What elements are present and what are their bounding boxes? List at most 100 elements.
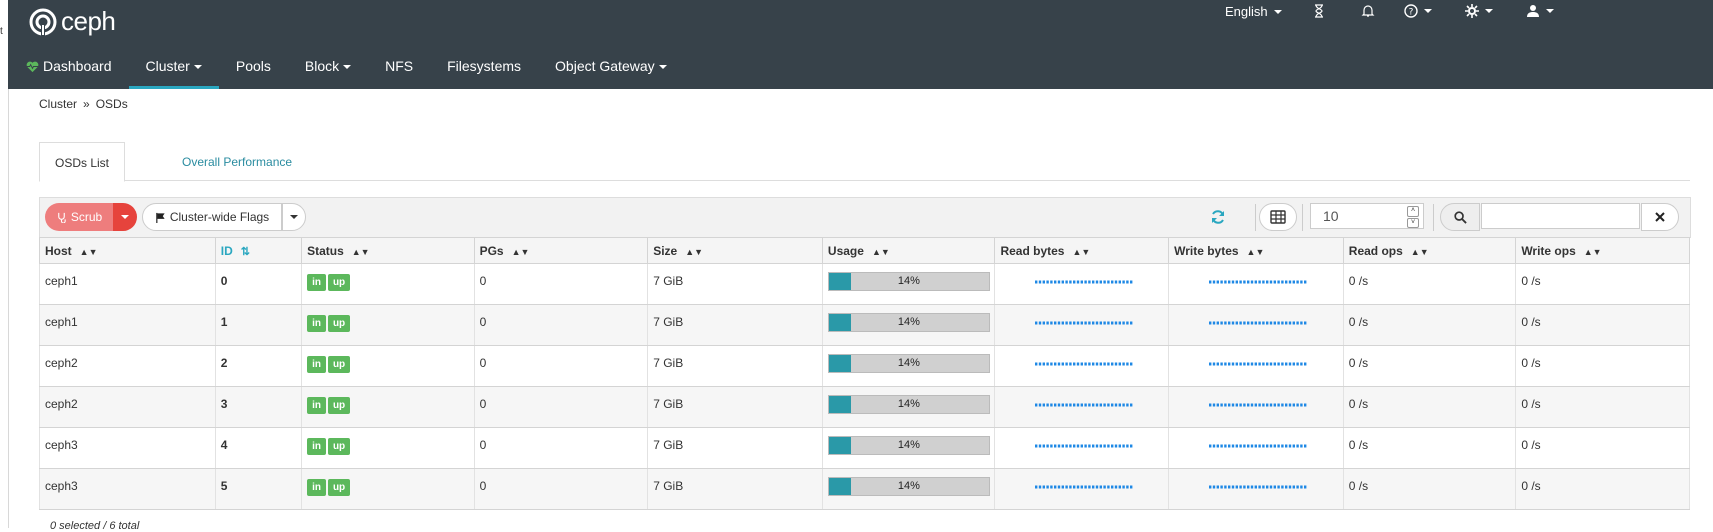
cell-status: in up (301, 468, 475, 510)
nav-cluster[interactable]: Cluster (128, 52, 219, 89)
settings-dropdown[interactable] (1465, 4, 1493, 18)
cell-host: ceph3 (39, 468, 216, 510)
write-bytes-sparkline (1209, 280, 1307, 284)
scrub-button-label: Scrub (70, 210, 103, 224)
stepper-up-icon[interactable]: ˄ (1407, 206, 1419, 217)
scrub-button[interactable]: Scrub (45, 203, 113, 231)
read-bytes-sparkline (1035, 485, 1133, 489)
table-columns-button[interactable] (1259, 203, 1297, 231)
help-icon: ? (1404, 4, 1418, 18)
nav-nfs-label: NFS (385, 58, 414, 74)
status-badge-in: in (307, 479, 326, 496)
cell-size: 7 GiB (647, 345, 823, 387)
search-input[interactable] (1481, 203, 1640, 229)
table-row[interactable]: ceph2 2 in up 0 7 GiB 14% 0 /s 0 /s (39, 345, 1690, 387)
cell-size: 7 GiB (647, 304, 823, 346)
nav-filesystems[interactable]: Filesystems (430, 52, 538, 89)
table-row[interactable]: ceph3 4 in up 0 7 GiB 14% 0 /s 0 /s (39, 427, 1690, 469)
nav-pools[interactable]: Pools (219, 52, 288, 89)
write-bytes-sparkline (1209, 362, 1307, 366)
table-row[interactable]: ceph1 0 in up 0 7 GiB 14% 0 /s 0 /s (39, 263, 1690, 305)
column-header-write-bytes[interactable]: Write bytes ▲▼ (1168, 237, 1344, 264)
nav-block[interactable]: Block (288, 52, 368, 89)
toolbar-divider (1255, 204, 1256, 231)
tab-overall-performance[interactable]: Overall Performance (167, 142, 307, 180)
clear-search-button[interactable] (1641, 203, 1679, 231)
cell-pgs: 0 (473, 345, 649, 387)
cell-status: in up (301, 263, 475, 305)
osd-table: Host ▲▼ ID ⇅ Status ▲▼ PGs ▲▼ Size ▲▼ Usage ▲▼… (39, 237, 1690, 510)
breadcrumb-osds: OSDs (95, 97, 128, 111)
sort-icon: ▲▼ (1072, 246, 1091, 257)
page-size-input[interactable]: 10 ˄ ˅ (1310, 203, 1424, 229)
cell-id: 2 (214, 345, 303, 387)
column-header-read-bytes[interactable]: Read bytes ▲▼ (994, 237, 1170, 264)
table-row[interactable]: ceph1 1 in up 0 7 GiB 14% 0 /s 0 /s (39, 304, 1690, 346)
notifications-button[interactable] (1361, 4, 1375, 18)
ceph-logo[interactable]: ceph (28, 6, 116, 37)
nav-dashboard[interactable]: Dashboard (8, 52, 129, 89)
toolbar-divider (1302, 204, 1303, 231)
edge-glyph: t (0, 26, 3, 37)
search-button[interactable] (1440, 203, 1480, 231)
table-row[interactable]: ceph2 3 in up 0 7 GiB 14% 0 /s 0 /s (39, 386, 1690, 428)
sort-icon: ▲▼ (1583, 246, 1602, 257)
stepper-down-icon[interactable]: ˅ (1407, 217, 1419, 228)
cell-host: ceph1 (39, 304, 216, 346)
cluster-flags-button[interactable]: Cluster-wide Flags (142, 203, 282, 231)
cell-status: in up (301, 427, 475, 469)
column-header-pgs[interactable]: PGs ▲▼ (473, 237, 649, 264)
read-bytes-sparkline (1035, 444, 1133, 448)
breadcrumb-cluster[interactable]: Cluster (39, 97, 77, 111)
user-dropdown[interactable] (1526, 4, 1554, 18)
sort-icon: ▲▼ (685, 246, 704, 257)
sort-icon: ▲▼ (1246, 246, 1265, 257)
status-badge-up: up (327, 274, 351, 291)
read-bytes-sparkline (1035, 362, 1133, 366)
column-header-label: Host (45, 243, 72, 258)
cell-write-bytes (1168, 427, 1344, 469)
column-header-label: Usage (827, 243, 864, 258)
cell-usage: 14% (821, 263, 996, 305)
cell-pgs: 0 (473, 263, 649, 305)
cluster-flags-dropdown-toggle[interactable] (282, 203, 306, 231)
help-dropdown[interactable]: ? (1404, 4, 1432, 18)
usage-progress-bar: 14% (827, 436, 990, 455)
column-header-read-ops[interactable]: Read ops ▲▼ (1342, 237, 1517, 264)
read-bytes-sparkline (1035, 321, 1133, 325)
cell-write-ops: 0 /s (1515, 468, 1690, 510)
cell-write-ops: 0 /s (1515, 386, 1690, 428)
column-header-size[interactable]: Size ▲▼ (647, 237, 823, 264)
column-header-id[interactable]: ID ⇅ (214, 237, 303, 264)
heart-pulse-icon (26, 61, 39, 73)
read-bytes-sparkline (1035, 280, 1133, 284)
table-row[interactable]: ceph3 5 in up 0 7 GiB 14% 0 /s 0 /s (39, 468, 1690, 510)
scrub-dropdown-toggle[interactable] (113, 203, 137, 231)
tab-osds-list[interactable]: OSDs List (39, 142, 126, 182)
cell-write-ops: 0 /s (1515, 427, 1690, 469)
language-dropdown[interactable]: English (1225, 4, 1282, 19)
write-bytes-sparkline (1209, 444, 1307, 448)
cell-read-ops: 0 /s (1342, 304, 1517, 346)
column-header-status[interactable]: Status ▲▼ (301, 237, 475, 264)
page-size-stepper[interactable]: ˄ ˅ (1407, 206, 1419, 228)
cell-read-bytes (994, 263, 1170, 305)
column-header-write-ops[interactable]: Write ops ▲▼ (1515, 237, 1690, 264)
cell-write-bytes (1168, 304, 1344, 346)
nav-dashboard-label: Dashboard (43, 58, 112, 74)
cell-pgs: 0 (473, 468, 649, 510)
cell-usage: 14% (821, 304, 996, 346)
status-badge-up: up (327, 438, 351, 455)
column-header-usage[interactable]: Usage ▲▼ (821, 237, 996, 264)
table-toolbar: Scrub Cluster-wide Flags 10 ˄ ˅ (39, 197, 1691, 238)
sort-icon: ▲▼ (871, 246, 890, 257)
cell-host: ceph2 (39, 345, 216, 387)
sort-icon: ▲▼ (79, 246, 98, 257)
nav-object-gateway[interactable]: Object Gateway (538, 52, 684, 89)
column-header-host[interactable]: Host ▲▼ (39, 237, 216, 264)
task-queue-button[interactable] (1312, 4, 1326, 18)
nav-nfs[interactable]: NFS (368, 52, 430, 89)
usage-progress-bar: 14% (827, 477, 990, 496)
refresh-button[interactable] (1210, 209, 1226, 228)
cell-write-bytes (1168, 263, 1344, 305)
